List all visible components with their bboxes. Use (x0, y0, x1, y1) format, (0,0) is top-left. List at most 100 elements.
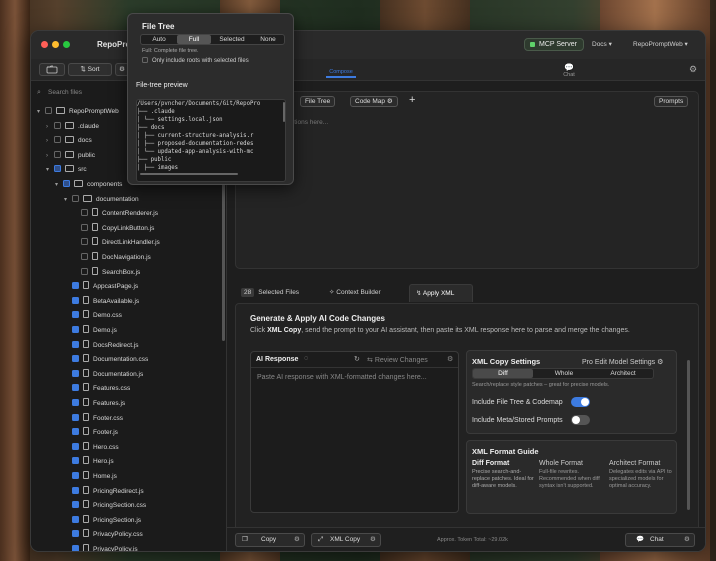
chevron-down-icon[interactable]: ▾ (64, 193, 72, 208)
checkbox[interactable] (81, 267, 88, 275)
checkbox[interactable] (81, 253, 88, 260)
xml-copy-button[interactable]: ⤢ XML Copy ⚙ (311, 533, 381, 547)
tree-file-row[interactable]: Documentation.css (64, 353, 148, 368)
tree-file-row[interactable]: CopyLinkButton.js (73, 222, 154, 237)
tree-file-row[interactable]: DocsRedirect.js (64, 339, 139, 354)
checkbox[interactable] (72, 545, 79, 551)
checkbox[interactable] (63, 180, 70, 187)
chevron-right-icon[interactable]: › (46, 120, 54, 135)
prompt-editor[interactable]: File Tree Code Map ⚙ + Prompts ctions he… (235, 91, 699, 269)
tree-file-row[interactable]: Hero.css (64, 441, 119, 456)
chevron-down-icon[interactable]: ▾ (55, 178, 63, 193)
checkbox[interactable] (72, 282, 79, 290)
tab-context-builder[interactable]: ✧ Context Builder (323, 284, 407, 302)
mode-full[interactable]: Full (177, 35, 211, 44)
preferences-gear-icon[interactable]: ⚙ (689, 64, 697, 75)
preview-hscrollbar[interactable] (140, 173, 238, 175)
tree-file-row[interactable]: Features.js (64, 397, 125, 412)
tree-folder-row[interactable]: › public (46, 149, 95, 164)
checkbox[interactable] (54, 165, 61, 173)
panel-scrollbar[interactable] (687, 360, 690, 510)
checkbox[interactable] (72, 194, 79, 202)
tab-compose[interactable]: Compose (326, 63, 356, 80)
pro-edit-settings-button[interactable]: Pro Edit Model Settings ⚙ (582, 358, 663, 366)
checkbox[interactable] (72, 501, 79, 509)
mode-selected[interactable]: Selected (213, 35, 251, 44)
tree-folder-row[interactable]: › docs (46, 134, 92, 149)
checkbox[interactable] (72, 472, 79, 479)
xml-copy-settings-icon[interactable]: ⚙ (370, 534, 376, 546)
tab-apply-xml[interactable]: ↯ Apply XML (409, 284, 473, 302)
checkbox[interactable] (72, 515, 79, 523)
tree-file-row[interactable]: PricingRedirect.js (64, 485, 144, 500)
checkbox[interactable] (54, 121, 61, 129)
checkbox[interactable] (72, 457, 79, 465)
chevron-down-icon[interactable]: ▾ (46, 163, 54, 178)
chevron-right-icon[interactable]: › (46, 134, 54, 149)
checkbox[interactable] (72, 296, 79, 304)
tree-file-row[interactable]: PrivacyPolicy.js (64, 543, 138, 551)
include-tree-toggle[interactable] (571, 397, 590, 407)
tree-file-row[interactable]: AppcastPage.js (64, 280, 138, 295)
docs-dropdown[interactable]: Docs ▾ (592, 40, 612, 48)
tree-file-row[interactable]: PrivacyPolicy.css (64, 528, 143, 543)
ai-response-textarea[interactable]: Paste AI response with XML-formatted cha… (257, 374, 427, 381)
tree-file-row[interactable]: Demo.css (64, 309, 122, 324)
chat-button[interactable]: 💬 Chat ⚙ (625, 533, 695, 547)
close-window-button[interactable] (41, 41, 48, 48)
mode-auto[interactable]: Auto (141, 35, 177, 44)
add-chip-button[interactable]: + (409, 94, 415, 106)
sort-button[interactable]: ⇅ Sort (68, 63, 112, 76)
tree-folder-row[interactable]: ▾ components (55, 178, 122, 193)
workspace-dropdown[interactable]: RepoPromptWeb ▾ (633, 40, 688, 48)
mode-none[interactable]: None (251, 35, 285, 44)
checkbox[interactable] (72, 326, 79, 333)
checkbox[interactable] (72, 384, 79, 392)
tree-file-row[interactable]: Features.css (64, 382, 130, 397)
checkbox[interactable] (72, 486, 79, 494)
checkbox[interactable] (81, 223, 88, 231)
checkbox[interactable] (72, 530, 79, 538)
only-roots-checkbox[interactable]: Only include roots with selected files (142, 57, 249, 64)
open-folder-button[interactable] (39, 63, 65, 76)
tree-file-row[interactable]: Footer.js (64, 426, 118, 441)
review-changes-button[interactable]: ⇆ Review Changes (367, 356, 428, 364)
checkbox[interactable] (81, 238, 88, 246)
checkbox[interactable] (72, 340, 79, 348)
checkbox[interactable] (81, 209, 88, 217)
mode-whole[interactable]: Whole (534, 369, 594, 378)
code-map-chip[interactable]: Code Map ⚙ (350, 96, 398, 107)
tree-file-row[interactable]: Hero.js (64, 455, 114, 470)
tree-folder-row[interactable]: ▾ src (46, 163, 87, 178)
chevron-right-icon[interactable]: › (46, 149, 54, 164)
tree-root[interactable]: ▾ RepoPromptWeb (37, 105, 119, 120)
refresh-icon[interactable]: ↻ (354, 355, 360, 363)
tree-file-row[interactable]: SearchBox.js (73, 266, 140, 281)
preview-scrollbar[interactable] (283, 102, 285, 122)
tree-folder-row[interactable]: ▾ documentation (64, 193, 139, 208)
tree-file-row[interactable]: Footer.css (64, 412, 123, 427)
copy-settings-icon[interactable]: ⚙ (294, 534, 300, 546)
chat-settings-icon[interactable]: ⚙ (684, 534, 690, 546)
tree-file-row[interactable]: ContentRenderer.js (73, 207, 158, 222)
tree-file-row[interactable]: Documentation.js (64, 368, 143, 383)
checkbox[interactable] (72, 355, 79, 363)
tree-file-row[interactable]: Demo.js (64, 324, 117, 339)
minimize-window-button[interactable] (52, 41, 59, 48)
tree-file-row[interactable]: Home.js (64, 470, 117, 485)
include-meta-toggle[interactable] (571, 415, 590, 425)
checkbox[interactable] (72, 399, 79, 406)
checkbox[interactable] (45, 107, 52, 114)
copy-button[interactable]: ❐ Copy ⚙ (235, 533, 305, 547)
tab-chat[interactable]: 💬 Chat (556, 63, 582, 78)
checkbox[interactable] (72, 369, 79, 377)
checkbox[interactable] (72, 428, 79, 436)
checkbox[interactable] (54, 136, 61, 144)
checkbox[interactable] (72, 413, 79, 421)
tree-file-row[interactable]: DocNavigation.js (73, 251, 151, 266)
mcp-server-button[interactable]: MCP Server (524, 38, 584, 51)
tab-selected-files[interactable]: 28 Selected Files (235, 284, 321, 302)
file-tree-chip[interactable]: File Tree (300, 96, 336, 107)
mode-architect[interactable]: Architect (593, 369, 653, 378)
tree-file-row[interactable]: BetaAvailable.js (64, 295, 139, 310)
